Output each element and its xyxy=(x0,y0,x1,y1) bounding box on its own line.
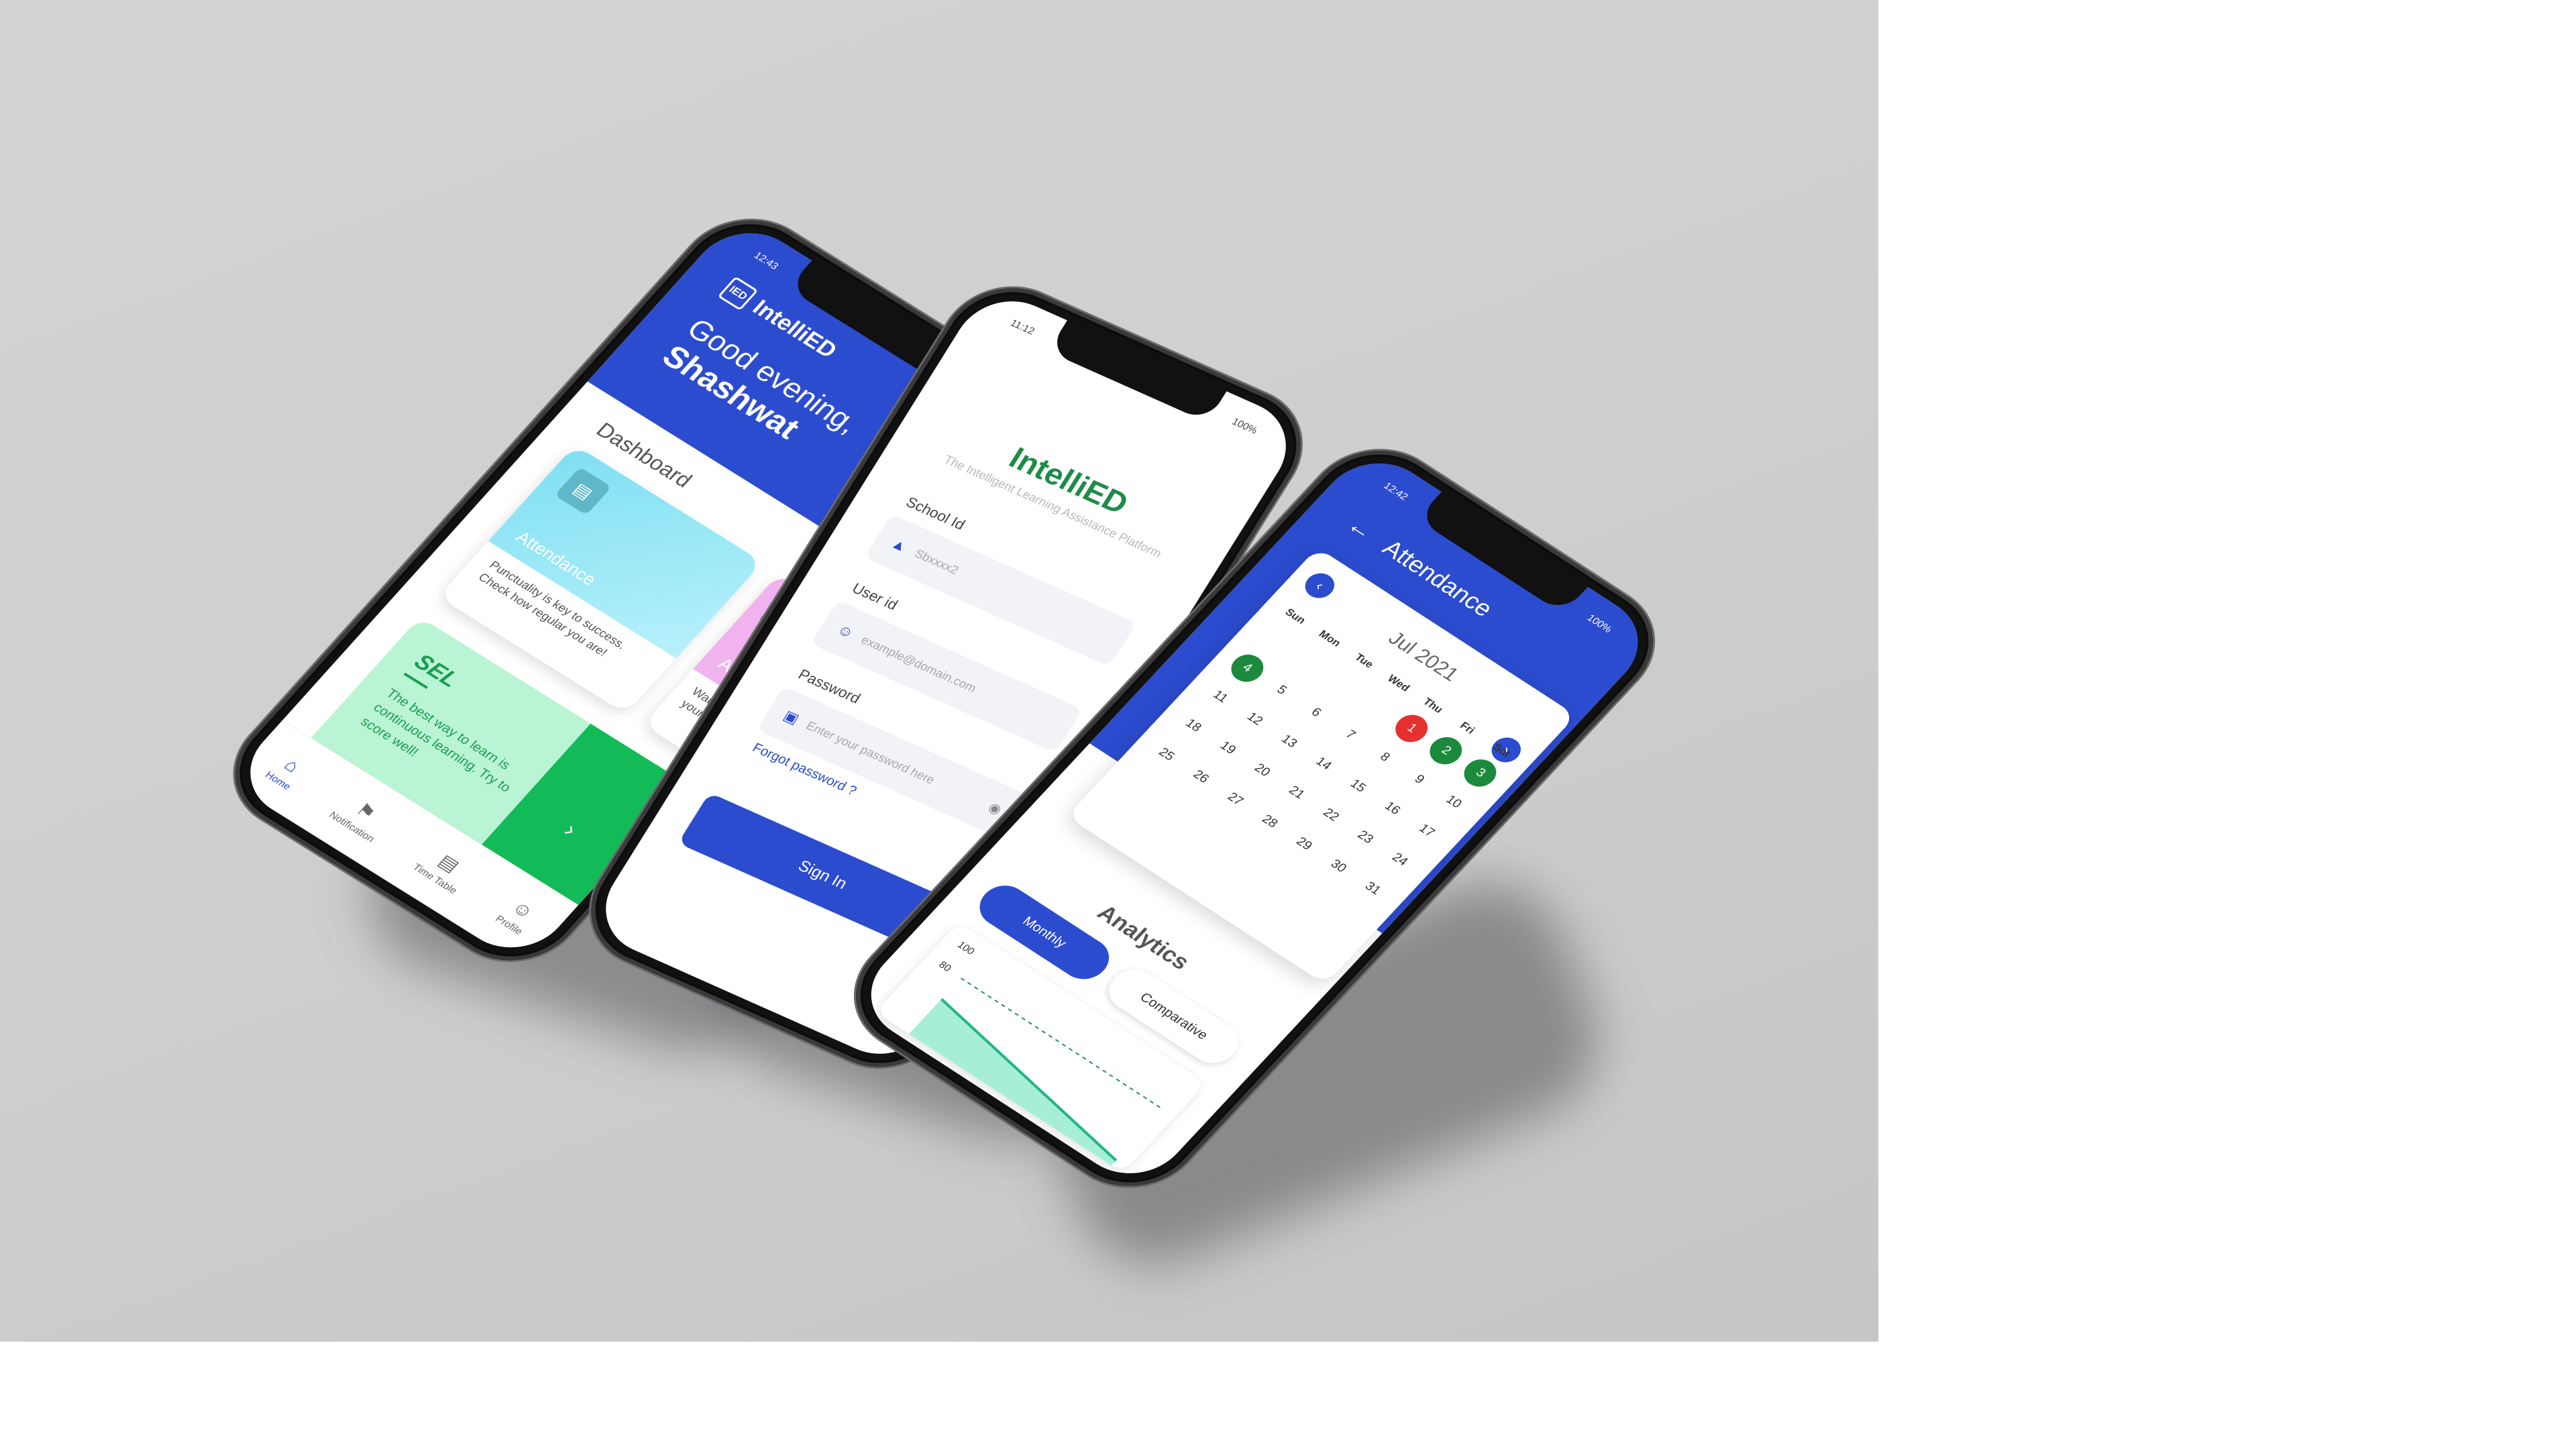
user-icon: ☺ xyxy=(508,896,539,922)
calendar-day[interactable]: 3 xyxy=(1458,754,1503,792)
eye-icon[interactable]: ◉ xyxy=(985,799,1005,818)
status-time: 11:12 xyxy=(1008,317,1037,337)
school-id-value: Sbxxxx2 xyxy=(912,546,961,577)
home-icon: ⌂ xyxy=(280,754,305,776)
logo-icon: IED xyxy=(717,276,759,311)
calendar-day[interactable]: 18 xyxy=(1171,707,1216,745)
calendar-day[interactable]: 29 xyxy=(1281,825,1326,863)
tab-time-table[interactable]: ▤ Time Table xyxy=(411,842,478,896)
calendar-day[interactable]: 27 xyxy=(1212,780,1257,818)
calendar-icon: ▤ xyxy=(554,467,612,515)
graduation-cap-icon: ▲ xyxy=(888,535,911,555)
tab-profile[interactable]: ☺ Profile xyxy=(493,894,542,936)
calendar-day[interactable]: 11 xyxy=(1197,678,1242,716)
sel-title: SEL xyxy=(409,649,464,692)
bell-icon: ⚑ xyxy=(352,799,380,824)
calendar-day[interactable]: 13 xyxy=(1267,722,1311,761)
calendar-day[interactable]: 7 xyxy=(1328,716,1373,754)
calendar-day[interactable]: 16 xyxy=(1370,790,1415,828)
calendar-day[interactable]: 20 xyxy=(1240,751,1285,790)
calendar-day[interactable]: 12 xyxy=(1232,700,1277,739)
calendar-day[interactable]: 30 xyxy=(1316,847,1360,885)
calendar-icon: ▤ xyxy=(434,851,464,876)
calendar-day[interactable]: 5 xyxy=(1259,672,1304,710)
calendar-day[interactable]: 31 xyxy=(1350,870,1395,908)
calendar-day[interactable]: 23 xyxy=(1342,818,1387,857)
greeting: Good evening, Shashwat xyxy=(655,312,867,468)
tab-home[interactable]: ⌂ Home xyxy=(263,750,311,792)
calendar-day[interactable]: 2 xyxy=(1423,731,1469,770)
calendar-day[interactable]: 10 xyxy=(1431,783,1476,821)
calendar-day[interactable]: 28 xyxy=(1247,803,1292,841)
calendar-day[interactable]: 6 xyxy=(1293,694,1338,732)
calendar-day[interactable]: 24 xyxy=(1377,841,1422,879)
calendar-day[interactable]: 15 xyxy=(1335,767,1380,806)
chevron-right-icon: › xyxy=(559,818,583,841)
calendar-day[interactable]: 9 xyxy=(1397,761,1442,799)
calendar-day[interactable]: 25 xyxy=(1144,736,1189,774)
calendar-day[interactable]: 17 xyxy=(1404,812,1449,850)
calendar-day[interactable]: 4 xyxy=(1224,649,1270,688)
calendar-day[interactable]: 19 xyxy=(1205,729,1250,767)
calendar-day[interactable]: 21 xyxy=(1274,774,1319,812)
battery-level: 100% xyxy=(1230,416,1260,437)
calendar-day[interactable]: 8 xyxy=(1362,739,1407,777)
tab-notification[interactable]: ⚑ Notification xyxy=(327,790,394,845)
lock-icon: ▣ xyxy=(780,707,802,727)
user-icon: ☺ xyxy=(834,621,857,642)
calendar-day[interactable]: 22 xyxy=(1308,796,1353,835)
user-id-placeholder: example@domain.com xyxy=(859,633,979,695)
calendar-day[interactable]: 26 xyxy=(1178,758,1223,796)
calendar-day[interactable]: 14 xyxy=(1301,745,1346,783)
back-arrow-icon[interactable]: ← xyxy=(1341,511,1381,545)
mockup-scene: 12:43 IED IntelliED Good evening, Shashw… xyxy=(0,0,1878,1342)
